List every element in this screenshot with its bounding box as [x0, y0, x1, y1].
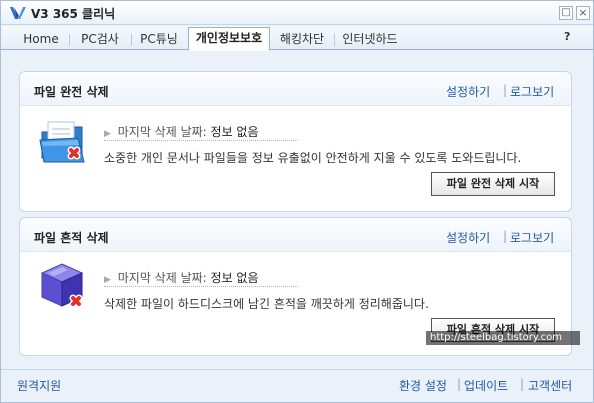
last-delete-date: ▶ 마지막 삭제 날짜: 정보 없음	[104, 123, 259, 140]
last-delete-date: ▶ 마지막 삭제 날짜: 정보 없음	[104, 269, 259, 286]
arrow-right-icon: ▶	[104, 275, 111, 285]
environment-settings-link[interactable]: 환경 설정	[399, 377, 447, 394]
app-window: V3 365 클리닉 □ × Home PC검사 PC튜닝 개인정보보호 해킹차…	[0, 0, 594, 403]
panel-header: 파일 흔적 삭제 설정하기 | 로그보기	[20, 218, 571, 252]
panel-title: 파일 흔적 삭제	[34, 231, 109, 245]
tab-pc-tuning[interactable]: PC튜닝	[134, 29, 184, 50]
tab-divider	[334, 34, 335, 46]
start-file-shred-button[interactable]: 파일 완전 삭제 시작	[431, 172, 555, 196]
file-shred-panel: 파일 완전 삭제 설정하기 | 로그보기 ▶ 마지막 삭제 날짜: 정보 없음 …	[19, 71, 572, 212]
tab-divider	[131, 34, 132, 46]
title-bar[interactable]: V3 365 클리닉 □ ×	[1, 1, 593, 25]
link-separator: |	[503, 229, 508, 243]
panel-title: 파일 완전 삭제	[34, 85, 109, 99]
last-delete-value: 정보 없음	[210, 125, 259, 139]
settings-link[interactable]: 설정하기	[446, 83, 490, 100]
remote-support-link[interactable]: 원격지원	[17, 377, 61, 394]
tab-privacy[interactable]: 개인정보보호	[188, 27, 270, 51]
tab-home[interactable]: Home	[15, 29, 67, 50]
tab-bar: Home PC검사 PC튜닝 개인정보보호 해킹차단 인터넷하드	[1, 26, 593, 51]
maximize-button[interactable]: □	[559, 6, 573, 20]
tab-internet-hard[interactable]: 인터넷하드	[338, 29, 402, 50]
settings-link[interactable]: 설정하기	[446, 229, 490, 246]
cube-delete-icon	[40, 263, 84, 308]
tab-pc-scan[interactable]: PC검사	[73, 29, 127, 50]
divider	[104, 140, 298, 141]
footer-separator: |	[520, 377, 525, 391]
last-delete-value: 정보 없음	[210, 271, 259, 285]
folder-delete-icon	[39, 121, 85, 163]
panel-description: 소중한 개인 문서나 파일들을 정보 유출없이 안전하게 지울 수 있도록 도와…	[104, 151, 522, 165]
link-separator: |	[503, 83, 508, 97]
divider	[104, 286, 298, 287]
panel-header: 파일 완전 삭제 설정하기 | 로그보기	[20, 72, 571, 106]
footer-separator: |	[457, 377, 462, 391]
view-log-link[interactable]: 로그보기	[510, 229, 554, 246]
view-log-link[interactable]: 로그보기	[510, 83, 554, 100]
last-delete-label: 마지막 삭제 날짜:	[117, 271, 207, 285]
tab-divider	[69, 34, 70, 46]
arrow-right-icon: ▶	[104, 129, 111, 139]
help-button[interactable]: ?	[564, 30, 570, 43]
panel-description: 삭제한 파일이 하드디스크에 남긴 흔적을 깨끗하게 정리해줍니다.	[104, 297, 429, 311]
last-delete-label: 마지막 삭제 날짜:	[117, 125, 207, 139]
customer-center-link[interactable]: 고객센터	[528, 377, 572, 394]
watermark: http://steelbag.tistory.com	[426, 331, 580, 345]
close-button[interactable]: ×	[576, 6, 590, 20]
v3-logo-icon	[10, 7, 26, 19]
footer-bar: 원격지원 환경 설정 | 업데이트 | 고객센터	[1, 369, 593, 402]
tab-hacking-block[interactable]: 해킹차단	[273, 29, 331, 50]
update-link[interactable]: 업데이트	[464, 377, 508, 394]
window-title: V3 365 클리닉	[31, 7, 116, 21]
